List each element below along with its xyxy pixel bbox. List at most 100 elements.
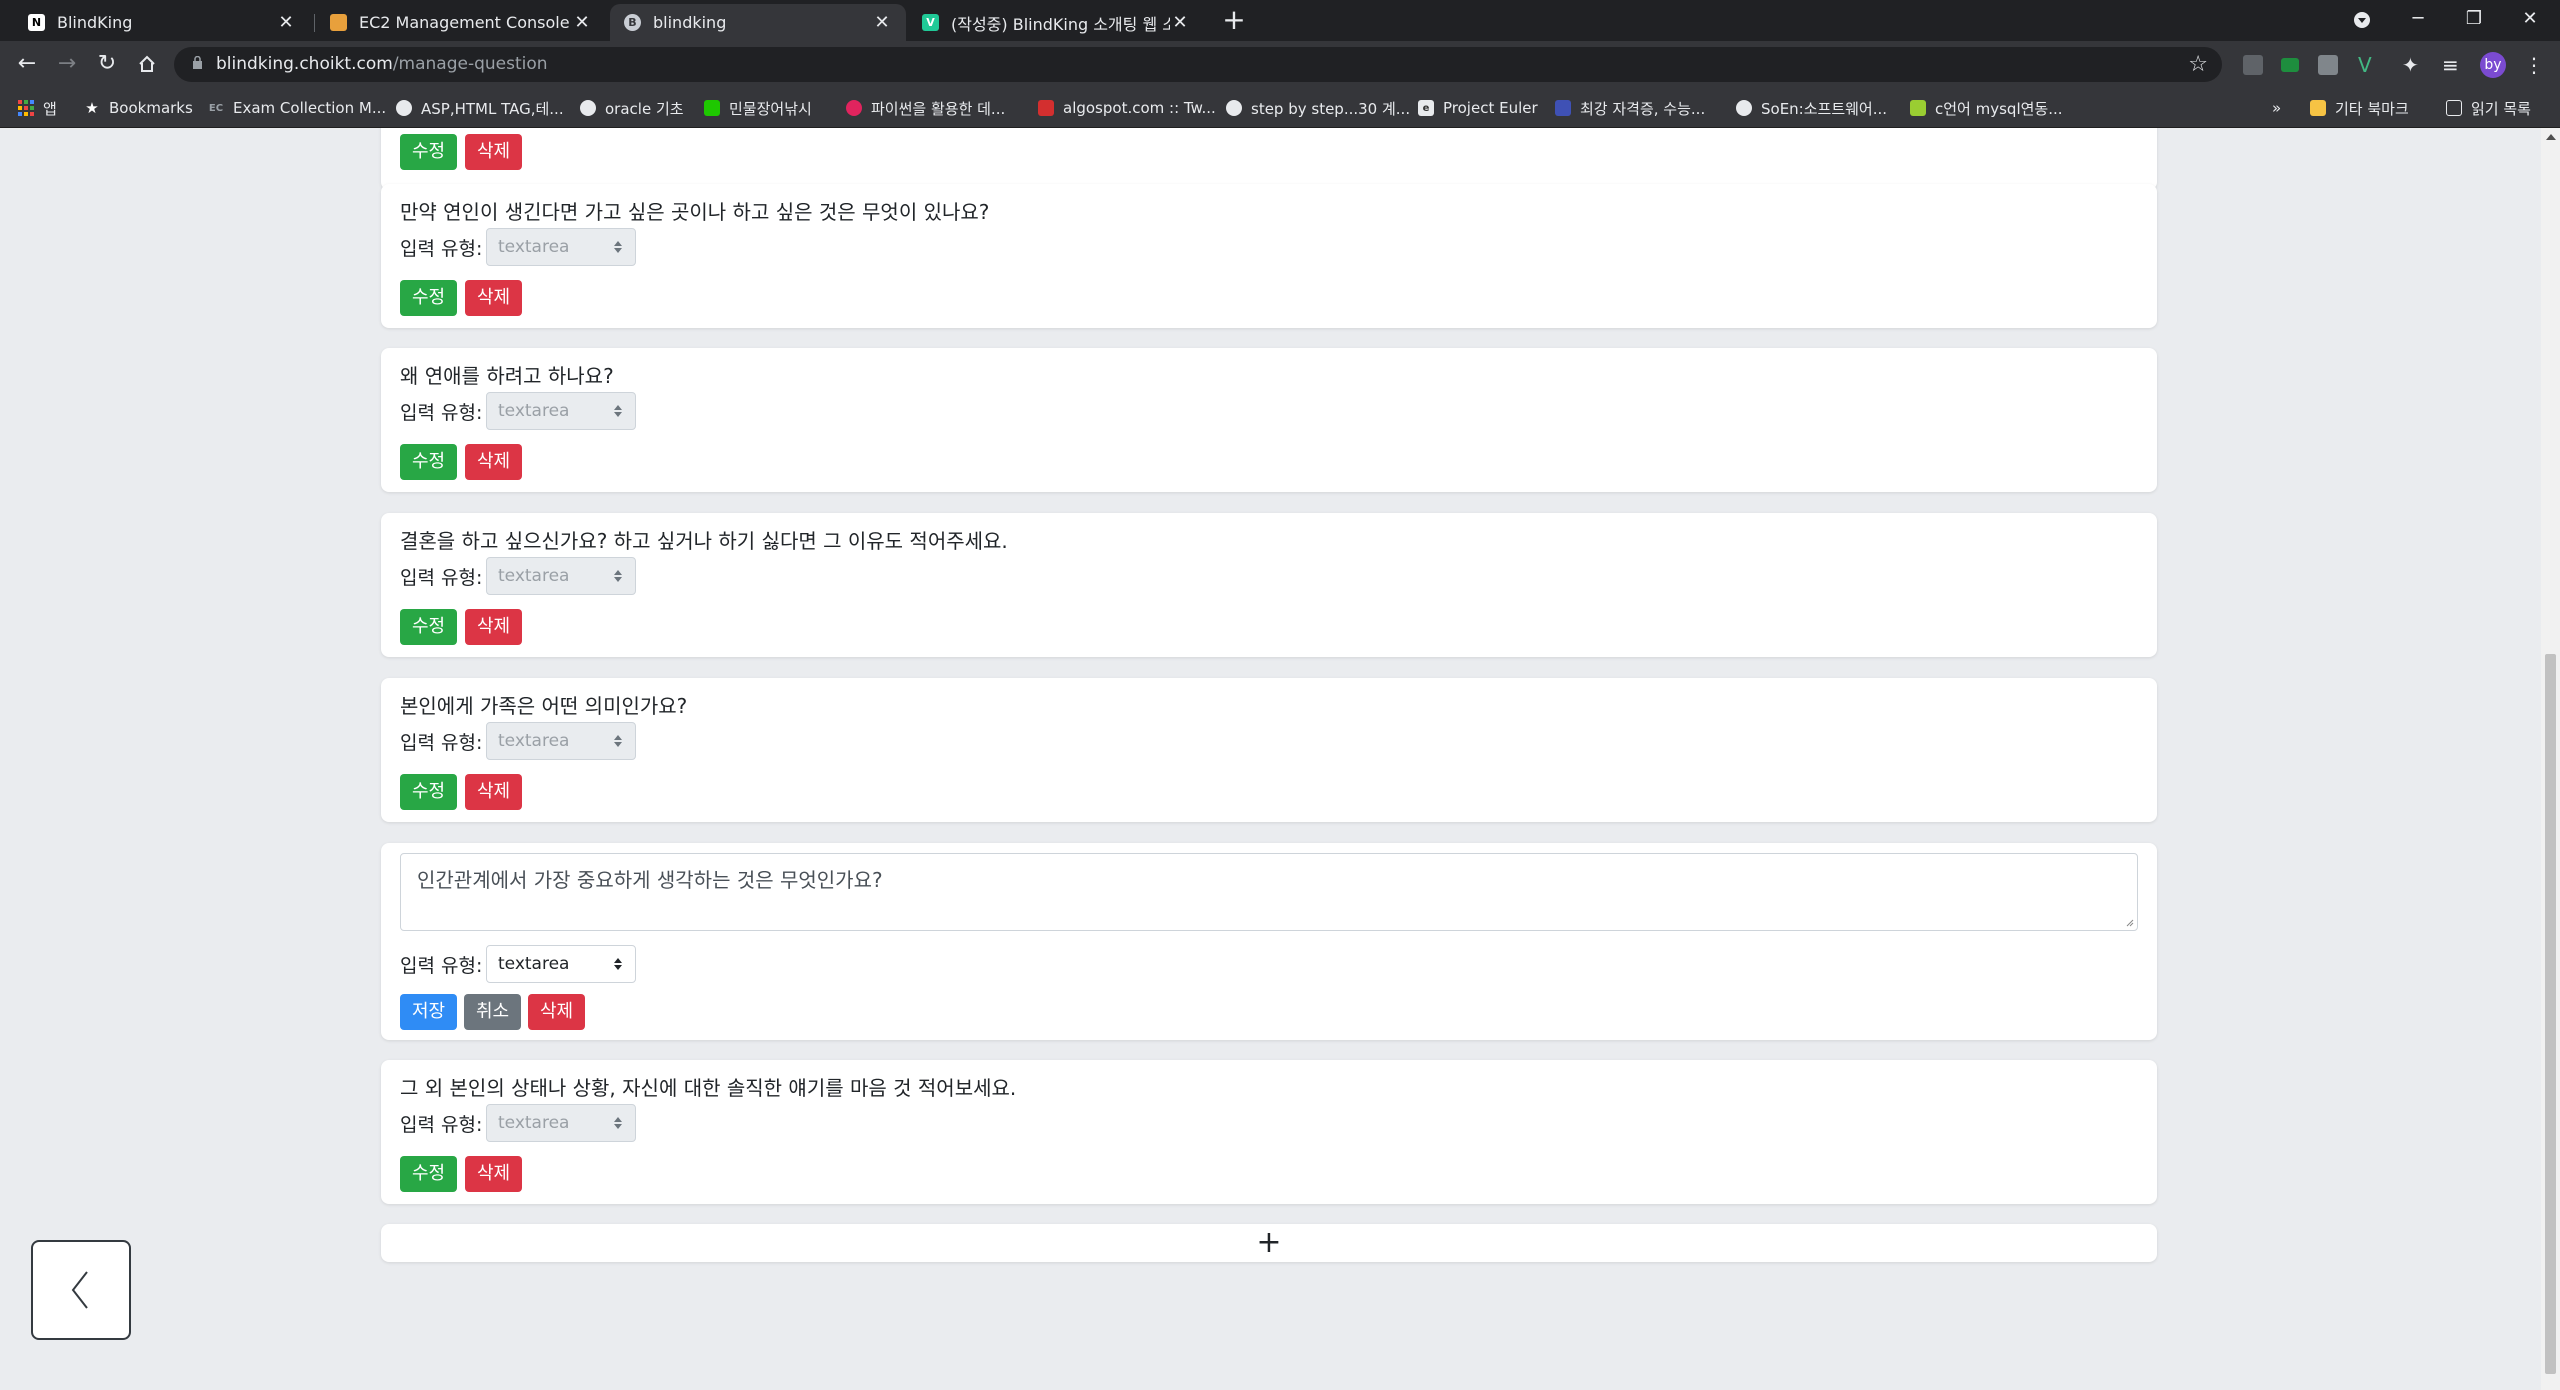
- bookmark-other[interactable]: 기타 북마크: [2310, 88, 2409, 128]
- tab-velog-draft[interactable]: V (작성중) BlindKing 소개팅 웹 소 ✕: [908, 4, 1204, 41]
- restore-icon[interactable]: ❐: [2446, 0, 2502, 41]
- naver-icon: [704, 100, 720, 116]
- bookmark-soen[interactable]: SoEn:소프트웨어...: [1736, 88, 1887, 128]
- edit-button[interactable]: 수정: [400, 280, 457, 316]
- extension-green-icon[interactable]: [2281, 58, 2299, 72]
- sort-arrows-icon: [614, 735, 622, 747]
- bookmark-star-icon[interactable]: ☆: [2188, 47, 2208, 82]
- bookmark-label: c언어 mysql연동...: [1935, 99, 2063, 118]
- bookmark-oracle[interactable]: oracle 기초: [580, 88, 684, 128]
- tab-blindking-notion[interactable]: N BlindKing ✕: [14, 4, 310, 41]
- naver-blog-icon: [1910, 100, 1926, 116]
- ec-icon: EC: [208, 102, 224, 114]
- sort-arrows-icon: [614, 570, 622, 582]
- star-icon: ★: [85, 99, 99, 117]
- add-question-button[interactable]: +: [381, 1224, 2157, 1262]
- cancel-button[interactable]: 취소: [464, 994, 521, 1030]
- address-bar[interactable]: blindking.choikt.com/manage-question ☆: [174, 47, 2222, 82]
- input-type-label: 입력 유형:: [400, 732, 483, 754]
- close-tab-icon[interactable]: ✕: [572, 12, 592, 33]
- algospot-icon: [1038, 100, 1054, 116]
- bookmark-label: ASP,HTML TAG,테...: [421, 99, 564, 118]
- bookmark-algospot[interactable]: algospot.com :: Tw...: [1038, 88, 1216, 128]
- tab-blindking-active[interactable]: B blindking ✕: [610, 4, 906, 41]
- question-textarea[interactable]: 인간관계에서 가장 중요하게 생각하는 것은 무엇인가요?: [400, 853, 2138, 931]
- edit-button[interactable]: 수정: [400, 1156, 457, 1192]
- url-host: blindking.choikt.com: [216, 54, 393, 74]
- tab-divider: [314, 14, 315, 32]
- plus-icon: +: [1256, 1225, 1282, 1260]
- reading-list-icon[interactable]: ≡: [2442, 55, 2462, 75]
- save-button[interactable]: 저장: [400, 994, 457, 1030]
- delete-button[interactable]: 삭제: [465, 774, 522, 810]
- page-scrollbar[interactable]: [2541, 128, 2560, 1390]
- input-type-label: 입력 유형:: [400, 238, 483, 260]
- extension-image-icon[interactable]: [2318, 55, 2338, 75]
- bookmark-c-mysql[interactable]: c언어 mysql연동...: [1910, 88, 2063, 128]
- profile-dot-icon[interactable]: [2334, 0, 2390, 41]
- question-card: 그 외 본인의 상태나 상황, 자신에 대한 솔직한 얘기를 마음 것 적어보세…: [381, 1060, 2157, 1204]
- reload-icon[interactable]: ↻: [92, 49, 122, 79]
- tab-ec2-console[interactable]: EC2 Management Console ✕: [316, 4, 606, 41]
- bookmark-python-data[interactable]: 파이썬을 활용한 데...: [846, 88, 1005, 128]
- github-icon: [1226, 100, 1242, 116]
- vue-devtools-icon[interactable]: V: [2358, 55, 2378, 75]
- edit-button[interactable]: 수정: [400, 774, 457, 810]
- select-value: textarea: [498, 954, 570, 974]
- delete-button[interactable]: 삭제: [465, 444, 522, 480]
- bookmark-project-euler[interactable]: e Project Euler: [1418, 88, 1538, 128]
- profile-avatar[interactable]: by: [2480, 52, 2506, 78]
- back-button[interactable]: [31, 1240, 131, 1340]
- textarea-value: 인간관계에서 가장 중요하게 생각하는 것은 무엇인가요?: [417, 868, 883, 892]
- input-type-select[interactable]: textarea: [486, 945, 636, 983]
- sort-arrows-icon: [614, 241, 622, 253]
- bookmark-label: oracle 기초: [605, 99, 684, 118]
- forward-arrow-icon[interactable]: →: [52, 49, 82, 79]
- delete-button[interactable]: 삭제: [528, 994, 585, 1030]
- delete-button[interactable]: 삭제: [465, 1156, 522, 1192]
- sort-arrows-icon: [614, 1117, 622, 1129]
- edit-button[interactable]: 수정: [400, 444, 457, 480]
- reading-list-icon: [2446, 100, 2462, 116]
- edit-button[interactable]: 수정: [400, 609, 457, 645]
- bookmark-label: algospot.com :: Tw...: [1063, 99, 1216, 117]
- bookmark-asp-html[interactable]: ASP,HTML TAG,테...: [396, 88, 564, 128]
- bookmark-bookmarks[interactable]: ★ Bookmarks: [84, 88, 193, 128]
- bookmark-apps[interactable]: 앱: [18, 88, 57, 128]
- input-type-select: textarea: [486, 557, 636, 595]
- question-text: 결혼을 하고 싶으신가요? 하고 싶거나 하기 싫다면 그 이유도 적어주세요.: [400, 529, 1008, 553]
- close-tab-icon[interactable]: ✕: [276, 12, 296, 33]
- minimize-icon[interactable]: ─: [2390, 0, 2446, 41]
- new-tab-icon[interactable]: +: [1220, 6, 1248, 34]
- bookmark-label: Bookmarks: [109, 99, 193, 117]
- puzzle-extensions-icon[interactable]: ✦: [2402, 55, 2422, 75]
- delete-button[interactable]: 삭제: [465, 134, 522, 170]
- close-tab-icon[interactable]: ✕: [1170, 12, 1190, 33]
- bookmark-label: 파이썬을 활용한 데...: [871, 99, 1006, 118]
- close-window-icon[interactable]: ✕: [2502, 0, 2558, 41]
- scrollbar-thumb[interactable]: [2545, 654, 2556, 1374]
- bookmark-eel-fishing[interactable]: 민물장어낚시: [704, 88, 812, 128]
- question-card: 만약 연인이 생긴다면 가고 싶은 곳이나 하고 싶은 것은 무엇이 있나요? …: [381, 184, 2157, 328]
- bookmark-reading-list[interactable]: 읽기 목록: [2446, 88, 2531, 128]
- bookmark-certificates[interactable]: 최강 자격증, 수능...: [1555, 88, 1705, 128]
- delete-button[interactable]: 삭제: [465, 609, 522, 645]
- question-text: 왜 연애를 하려고 하나요?: [400, 364, 614, 388]
- input-type-label: 입력 유형:: [400, 955, 483, 977]
- delete-button[interactable]: 삭제: [465, 280, 522, 316]
- bookmark-exam-collection[interactable]: EC Exam Collection M...: [208, 88, 386, 128]
- input-type-select: textarea: [486, 228, 636, 266]
- bookmark-step-by-step[interactable]: step by step...30 계...: [1226, 88, 1410, 128]
- page-viewport: 수정 삭제 만약 연인이 생긴다면 가고 싶은 곳이나 하고 싶은 것은 무엇이…: [0, 128, 2560, 1390]
- resize-grip-icon[interactable]: [2124, 917, 2134, 927]
- scroll-up-arrow-icon[interactable]: [2546, 134, 2556, 140]
- back-arrow-icon[interactable]: ←: [12, 49, 42, 79]
- input-type-label: 입력 유형:: [400, 567, 483, 589]
- kebab-menu-icon[interactable]: ⋮: [2524, 55, 2544, 75]
- close-tab-icon[interactable]: ✕: [872, 12, 892, 33]
- bookmarks-overflow[interactable]: »: [2272, 88, 2281, 128]
- edit-button[interactable]: 수정: [400, 134, 457, 170]
- home-icon[interactable]: [132, 49, 162, 79]
- tab-title: BlindKing: [57, 13, 133, 32]
- extension-reader-icon[interactable]: [2243, 55, 2263, 75]
